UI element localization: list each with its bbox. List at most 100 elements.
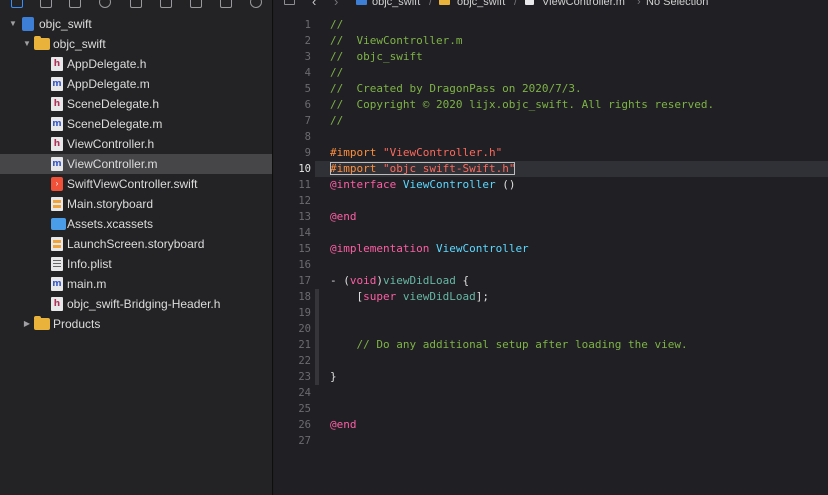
chevron-left-icon[interactable]: ‹	[312, 0, 316, 9]
code-token: #import	[330, 162, 383, 175]
breadcrumb-group[interactable]: objc_swift	[457, 0, 505, 9]
disclosure-closed-icon[interactable]: ▶	[22, 314, 32, 334]
code-line[interactable]: @end	[330, 209, 714, 225]
breadcrumb-project[interactable]: objc_swift	[372, 0, 420, 9]
line-number: 18	[298, 291, 311, 303]
debug-navigator-icon[interactable]	[190, 0, 202, 8]
project-navigator: ▼ objc_swift ▼ objc_swift h AppDelegate.h m App…	[0, 0, 273, 495]
find-navigator-icon[interactable]	[99, 0, 111, 8]
test-navigator-icon[interactable]	[160, 0, 172, 8]
code-line[interactable]	[330, 225, 714, 241]
disclosure-open-icon[interactable]: ▼	[22, 34, 32, 54]
tree-row[interactable]: m main.m	[0, 274, 272, 294]
code-fold-ribbon[interactable]	[315, 289, 319, 385]
code-line[interactable]: // Copyright © 2020 lijx.objc_swift. All…	[330, 97, 714, 113]
code-line[interactable]: #import "ViewController.h"	[330, 145, 714, 161]
tree-row[interactable]: h AppDelegate.h	[0, 54, 272, 74]
report-navigator-icon[interactable]	[250, 0, 262, 8]
tree-row[interactable]: › SwiftViewController.swift	[0, 174, 272, 194]
code-line[interactable]: //	[330, 17, 714, 33]
line-number: 16	[298, 259, 311, 271]
code-line[interactable]: [super viewDidLoad];	[330, 289, 714, 305]
related-items-icon[interactable]	[284, 0, 295, 5]
code-line[interactable]	[330, 305, 714, 321]
project-navigator-icon[interactable]	[11, 0, 23, 8]
tree-item-label: Main.storyboard	[67, 197, 154, 211]
tree-item-label: Info.plist	[67, 257, 112, 271]
line-number: 8	[304, 131, 311, 143]
code-token: //	[330, 18, 344, 31]
tree-row[interactable]: h ViewController.h	[0, 134, 272, 154]
symbol-navigator-icon[interactable]	[69, 0, 81, 8]
code-line[interactable]	[330, 401, 714, 417]
header-file-icon: h	[51, 57, 63, 71]
tree-row[interactable]: LaunchScreen.storyboard	[0, 234, 272, 254]
line-number: 22	[298, 355, 311, 367]
code-token: //	[330, 114, 344, 127]
code-token: viewDidLoad	[383, 274, 456, 287]
code-line[interactable]: // ViewController.m	[330, 33, 714, 49]
code-line[interactable]	[330, 353, 714, 369]
code-line[interactable]: //	[330, 65, 714, 81]
breadcrumb-file[interactable]: ViewController.m	[542, 0, 625, 9]
tree-row[interactable]: ▼ objc_swift	[0, 14, 272, 34]
line-number: 11	[298, 179, 311, 191]
code-line[interactable]	[330, 193, 714, 209]
code-line[interactable]	[330, 129, 714, 145]
code-token: #import	[330, 146, 383, 159]
breakpoint-navigator-icon[interactable]	[220, 0, 232, 8]
tree-row[interactable]: Info.plist	[0, 254, 272, 274]
code-area[interactable]: // // ViewController.m // objc_swift // // C…	[330, 17, 714, 449]
tree-row[interactable]: Assets.xcassets	[0, 214, 272, 234]
code-line[interactable]: @interface ViewController ()	[330, 177, 714, 193]
line-number-gutter: 1 2 3 4 5 6 7 8 9 10 11 12 13 14 15 16 17 18 19 20 21 22 23 24 2…	[274, 17, 314, 449]
code-line[interactable]	[330, 257, 714, 273]
tree-row[interactable]: ▶ Products	[0, 314, 272, 334]
source-editor[interactable]: ‹ › objc_swift / objc_swift / ViewContro…	[274, 0, 828, 495]
tree-row[interactable]: h objc_swift-Bridging-Header.h	[0, 294, 272, 314]
selected-text[interactable]: #import "objc_swift-Swift.h"	[330, 162, 516, 175]
code-token: }	[330, 370, 337, 383]
code-line[interactable]: // objc_swift	[330, 49, 714, 65]
header-file-icon: h	[51, 297, 63, 311]
code-token: "objc_swift-Swift.h"	[382, 162, 516, 175]
tree-row[interactable]: h SceneDelegate.h	[0, 94, 272, 114]
issue-navigator-icon[interactable]	[130, 0, 142, 8]
code-line[interactable]: //	[330, 113, 714, 129]
breadcrumb-selection[interactable]: No Selection	[646, 0, 708, 9]
disclosure-open-icon[interactable]: ▼	[8, 14, 18, 34]
code-token: "ViewController.h"	[382, 146, 503, 159]
code-line[interactable]: @implementation ViewController	[330, 241, 714, 257]
code-token: // Created by DragonPass on 2020/7/3.	[330, 82, 582, 95]
code-line[interactable]: - (void)viewDidLoad {	[330, 273, 714, 289]
tree-item-label: ViewController.m	[67, 157, 158, 171]
line-number: 5	[304, 83, 311, 95]
line-number: 10	[298, 163, 311, 175]
code-line[interactable]: // Do any additional setup after loading…	[330, 337, 714, 353]
line-number: 15	[298, 243, 311, 255]
tree-row[interactable]: m SceneDelegate.m	[0, 114, 272, 134]
source-control-navigator-icon[interactable]	[40, 0, 52, 8]
chevron-right-icon[interactable]: ›	[334, 0, 338, 9]
code-line[interactable]: }	[330, 369, 714, 385]
line-number: 19	[298, 307, 311, 319]
code-line[interactable]: #import "objc_swift-Swift.h"	[330, 161, 714, 177]
project-icon	[356, 0, 367, 5]
code-line[interactable]	[330, 433, 714, 449]
code-line[interactable]	[330, 321, 714, 337]
tree-row[interactable]: m ViewController.m	[0, 154, 272, 174]
folder-icon	[439, 0, 450, 5]
tree-row[interactable]: ▼ objc_swift	[0, 34, 272, 54]
code-line[interactable]	[330, 385, 714, 401]
code-line[interactable]: // Created by DragonPass on 2020/7/3.	[330, 81, 714, 97]
jump-bar: ‹ › objc_swift / objc_swift / ViewContro…	[274, 0, 828, 10]
storyboard-icon	[51, 237, 63, 251]
line-number: 24	[298, 387, 311, 399]
tree-row[interactable]: m AppDelegate.m	[0, 74, 272, 94]
folder-icon	[34, 316, 50, 330]
line-number: 4	[304, 67, 311, 79]
header-file-icon: h	[51, 97, 63, 111]
line-number: 13	[298, 211, 311, 223]
tree-row[interactable]: Main.storyboard	[0, 194, 272, 214]
code-line[interactable]: @end	[330, 417, 714, 433]
